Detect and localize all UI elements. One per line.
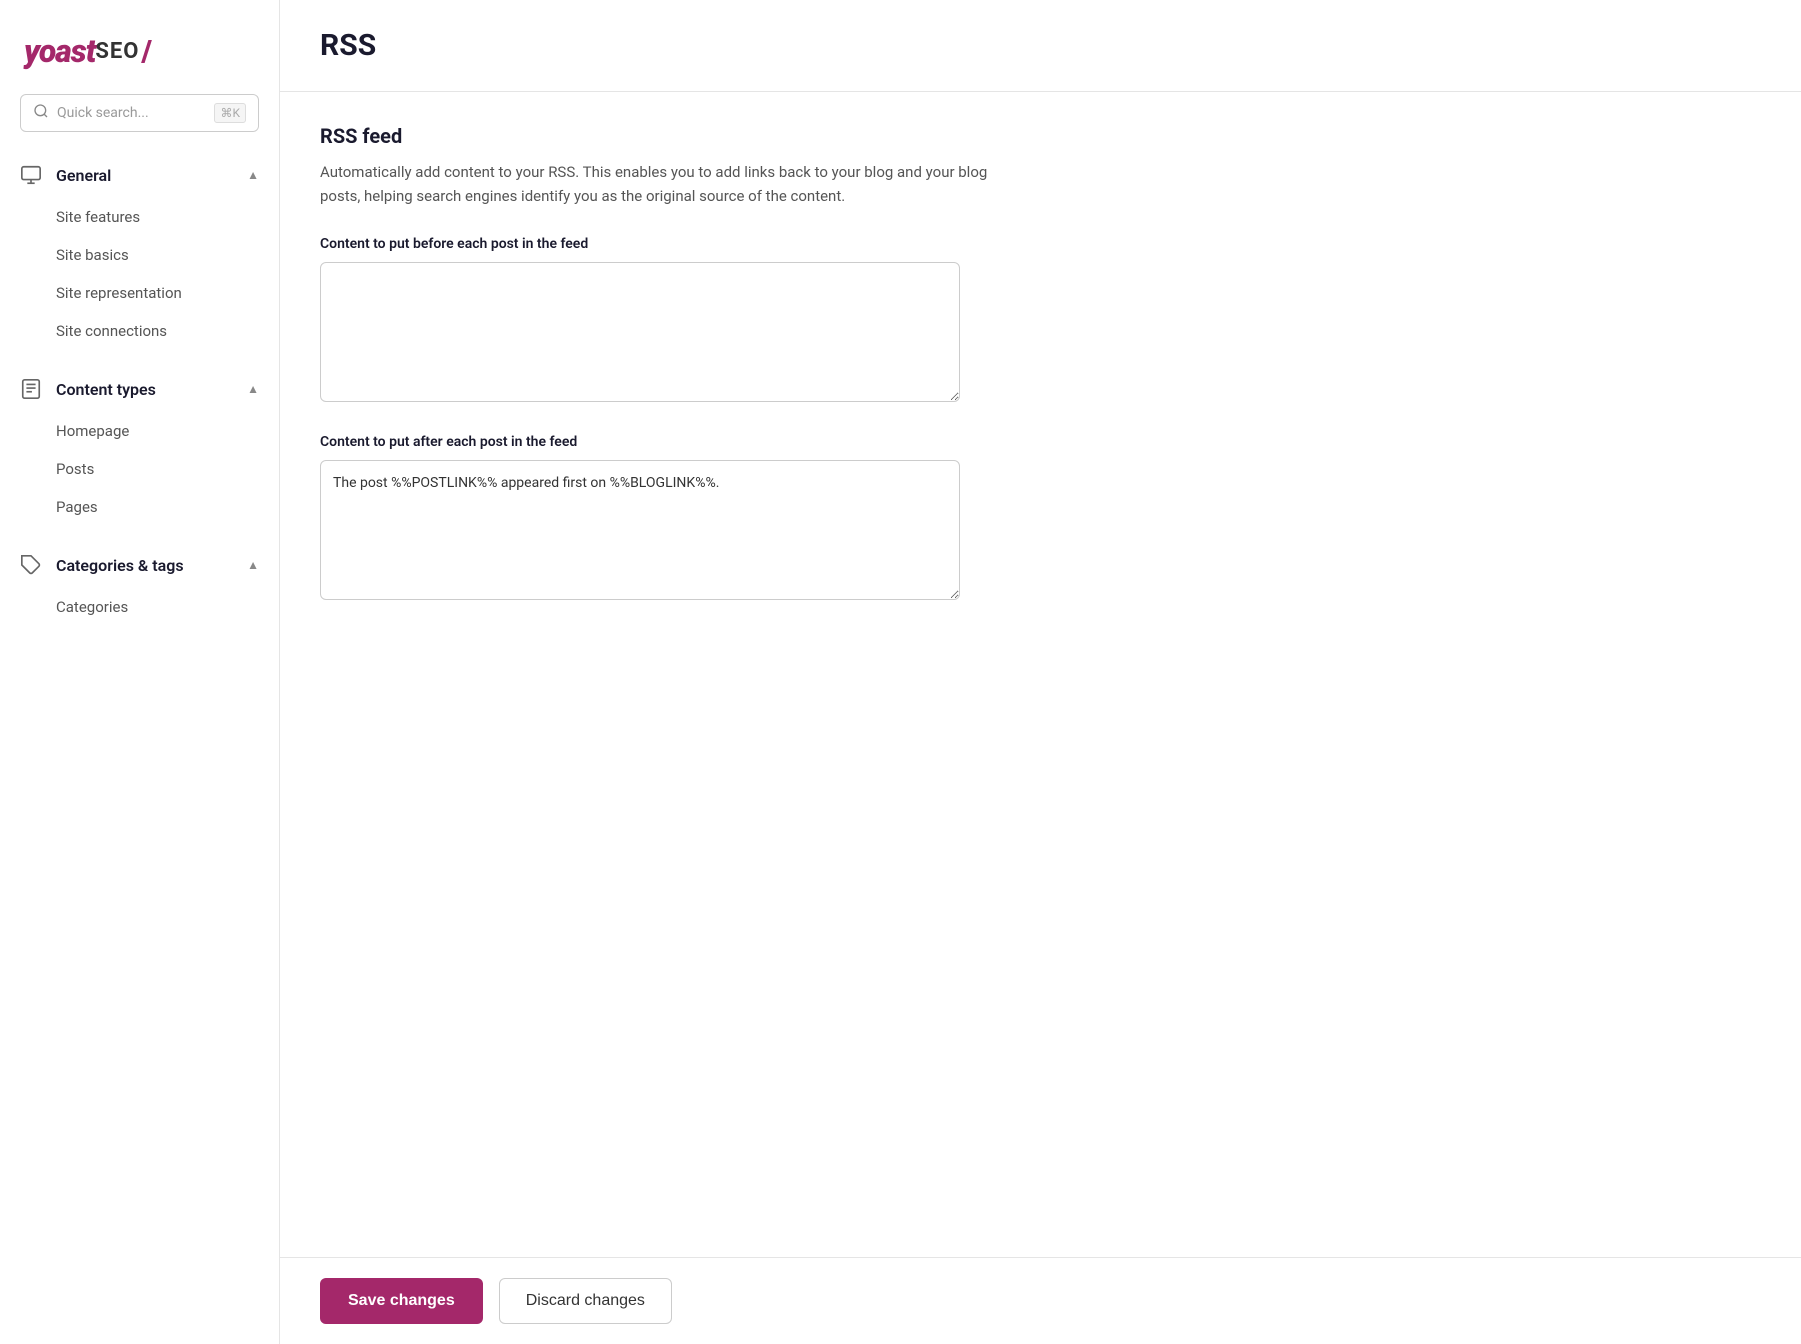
general-chevron-icon: ▲ — [247, 168, 259, 182]
document-icon — [20, 378, 42, 400]
nav-section-categories-tags: Categories & tags ▲ Categories — [0, 542, 279, 634]
logo-area: yoast SEO / — [0, 24, 279, 94]
rss-feed-title: RSS feed — [320, 124, 1761, 148]
general-nav-items: Site features Site basics Site represent… — [0, 198, 279, 358]
rss-feed-section: RSS feed Automatically add content to yo… — [320, 124, 1761, 632]
sidebar-item-site-representation[interactable]: Site representation — [0, 274, 279, 312]
page-header: RSS — [280, 0, 1801, 92]
after-content-textarea[interactable] — [320, 460, 960, 600]
nav-section-content-types: Content types ▲ Homepage Posts Pages — [0, 366, 279, 534]
nav-section-categories-tags-header[interactable]: Categories & tags ▲ — [0, 542, 279, 588]
sidebar-item-site-basics[interactable]: Site basics — [0, 236, 279, 274]
logo: yoast SEO / — [24, 32, 255, 70]
nav-section-general-header[interactable]: General ▲ — [0, 152, 279, 198]
sidebar-item-categories[interactable]: Categories — [0, 588, 279, 626]
search-shortcut: ⌘K — [214, 103, 246, 123]
save-button[interactable]: Save changes — [320, 1278, 483, 1324]
sidebar-item-site-features[interactable]: Site features — [0, 198, 279, 236]
nav-section-categories-tags-left: Categories & tags — [20, 554, 184, 576]
before-field-label: Content to put before each post in the f… — [320, 236, 1761, 252]
before-field-group: Content to put before each post in the f… — [320, 236, 1761, 434]
before-content-textarea[interactable] — [320, 262, 960, 402]
sidebar-item-site-connections[interactable]: Site connections — [0, 312, 279, 350]
footer-bar: Save changes Discard changes — [280, 1257, 1801, 1344]
search-placeholder: Quick search... — [57, 105, 206, 121]
search-icon — [33, 103, 49, 123]
nav-section-general-left: General — [20, 164, 111, 186]
sidebar: yoast SEO / Quick search... ⌘K — [0, 0, 280, 1344]
logo-seo-text: SEO — [95, 39, 139, 64]
tag-icon — [20, 554, 42, 576]
nav-section-content-types-header[interactable]: Content types ▲ — [0, 366, 279, 412]
logo-yoast-text: yoast — [24, 32, 95, 70]
nav-section-content-types-left: Content types — [20, 378, 156, 400]
main-content: RSS RSS feed Automatically add content t… — [280, 0, 1801, 1344]
nav-section-categories-tags-label: Categories & tags — [56, 556, 184, 575]
logo-slash: / — [141, 34, 152, 69]
nav-section-general-label: General — [56, 166, 111, 185]
content-types-chevron-icon: ▲ — [247, 382, 259, 396]
sidebar-item-homepage[interactable]: Homepage — [0, 412, 279, 450]
discard-button[interactable]: Discard changes — [499, 1278, 672, 1324]
nav-section-general: General ▲ Site features Site basics Site… — [0, 152, 279, 358]
content-area: RSS feed Automatically add content to yo… — [280, 92, 1801, 1257]
content-types-nav-items: Homepage Posts Pages — [0, 412, 279, 534]
after-field-label: Content to put after each post in the fe… — [320, 434, 1761, 450]
categories-tags-chevron-icon: ▲ — [247, 558, 259, 572]
monitor-icon — [20, 164, 42, 186]
page-title: RSS — [320, 28, 1761, 63]
rss-feed-description: Automatically add content to your RSS. T… — [320, 160, 1000, 208]
search-box[interactable]: Quick search... ⌘K — [20, 94, 259, 132]
sidebar-item-posts[interactable]: Posts — [0, 450, 279, 488]
sidebar-item-pages[interactable]: Pages — [0, 488, 279, 526]
after-field-group: Content to put after each post in the fe… — [320, 434, 1761, 632]
nav-section-content-types-label: Content types — [56, 380, 156, 399]
categories-tags-nav-items: Categories — [0, 588, 279, 634]
